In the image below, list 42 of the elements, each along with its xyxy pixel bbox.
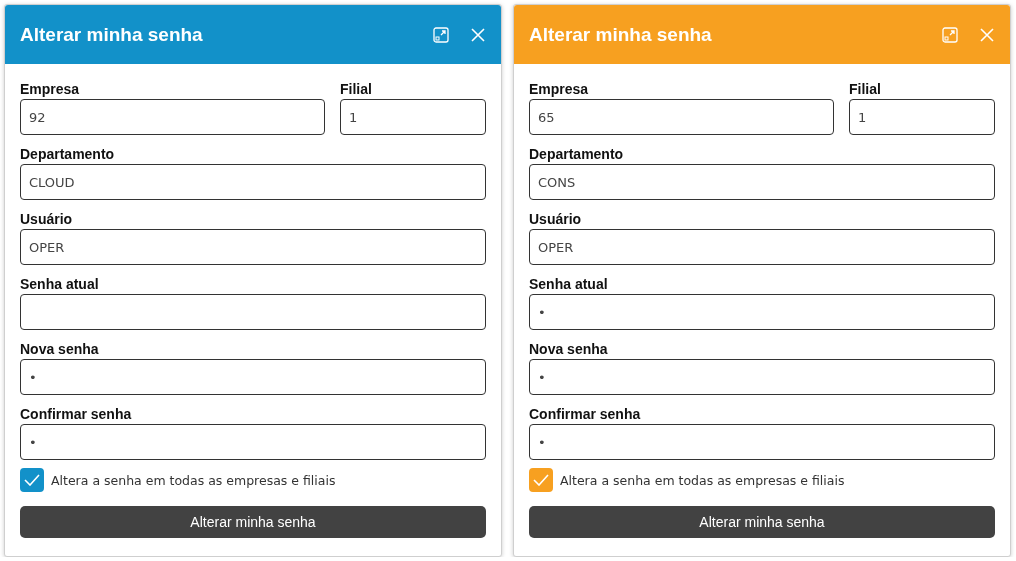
input-field[interactable]: 1	[340, 99, 486, 135]
input-field[interactable]: CONS	[529, 164, 995, 200]
field-label: Senha atual	[529, 275, 609, 293]
field-label: Usuário	[529, 210, 583, 228]
input-field[interactable]: OPER	[20, 229, 486, 265]
field-label: Confirmar senha	[20, 405, 133, 423]
field-label: Empresa	[20, 80, 81, 98]
input-field[interactable]: •	[529, 294, 995, 330]
field-label: Usuário	[20, 210, 74, 228]
field-label: Departamento	[529, 145, 625, 163]
input-field[interactable]: •	[529, 424, 995, 460]
checkbox-label: Altera a senha em todas as empresas e filiais	[51, 472, 336, 488]
field-label: Senha atual	[20, 275, 100, 293]
dialog-title: Alterar minha senha	[529, 23, 713, 46]
checkmark-icon	[24, 474, 40, 486]
field-label: Empresa	[529, 80, 590, 98]
field-label: Nova senha	[20, 340, 100, 358]
input-field[interactable]: CLOUD	[20, 164, 486, 200]
field-label: Nova senha	[529, 340, 609, 358]
checkbox[interactable]	[20, 468, 44, 492]
input-field[interactable]: •	[20, 424, 486, 460]
input-field[interactable]: •	[20, 359, 486, 395]
checkbox[interactable]	[529, 468, 553, 492]
field-label: Departamento	[20, 145, 116, 163]
field-label: Filial	[849, 80, 882, 98]
checkbox-label: Altera a senha em todas as empresas e filiais	[560, 472, 845, 488]
field-label: Confirmar senha	[529, 405, 642, 423]
close-icon[interactable]	[471, 27, 485, 42]
submit-button[interactable]: Alterar minha senha	[20, 506, 486, 538]
input-field[interactable]	[20, 294, 486, 330]
input-field[interactable]: 65	[529, 99, 834, 135]
checkmark-icon	[533, 474, 549, 486]
input-field[interactable]: •	[529, 359, 995, 395]
field-label: Filial	[340, 80, 373, 98]
input-field[interactable]: 92	[20, 99, 325, 135]
dialog-title: Alterar minha senha	[20, 23, 204, 46]
expand-icon[interactable]	[942, 26, 958, 43]
input-field[interactable]: 1	[849, 99, 995, 135]
expand-icon[interactable]	[433, 26, 449, 43]
close-icon[interactable]	[980, 27, 994, 42]
input-field[interactable]: OPER	[529, 229, 995, 265]
submit-button[interactable]: Alterar minha senha	[529, 506, 995, 538]
